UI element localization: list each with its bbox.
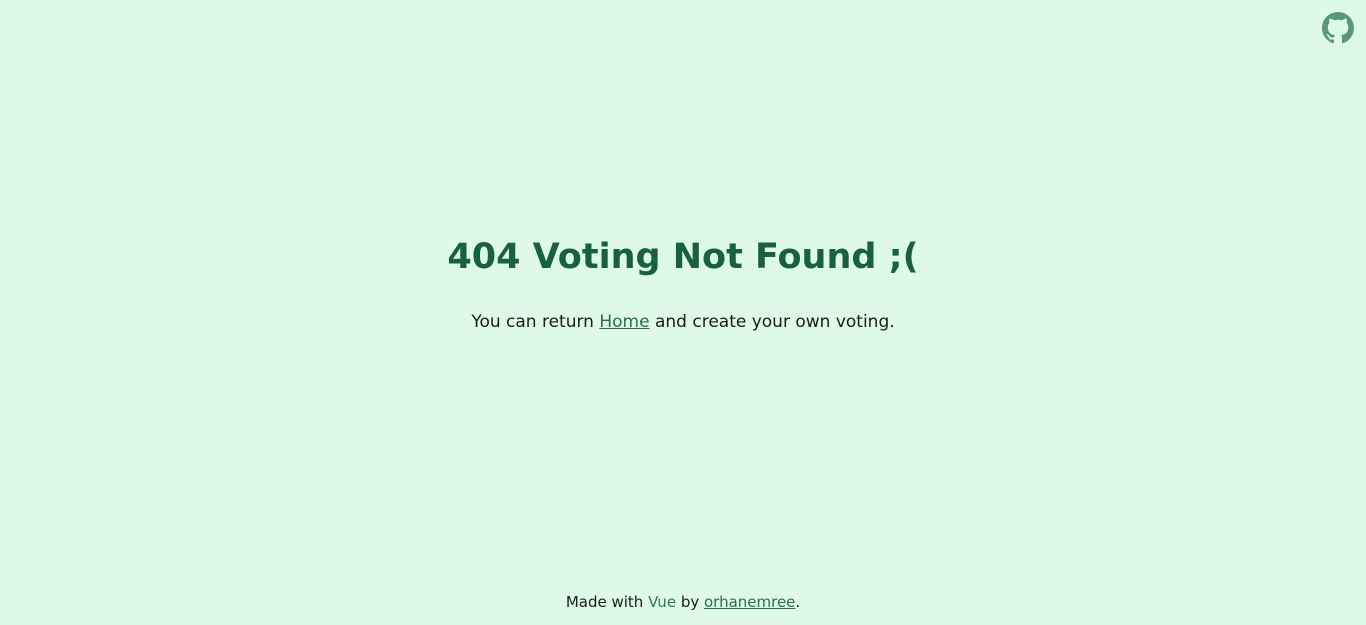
- message-after: and create your own voting.: [649, 312, 895, 332]
- footer-made-with: Made with: [565, 593, 649, 611]
- page: 404 Voting Not Found ;( You can return H…: [0, 0, 1366, 625]
- footer: Made with Vue by orhanemree.: [0, 592, 1366, 612]
- footer-by: by: [676, 593, 704, 611]
- message-before: You can return: [471, 312, 600, 332]
- github-link[interactable]: [1322, 12, 1354, 44]
- footer-period: .: [795, 593, 801, 611]
- not-found-content: 404 Voting Not Found ;( You can return H…: [0, 232, 1366, 334]
- page-title: 404 Voting Not Found ;(: [447, 237, 919, 277]
- footer-framework: Vue: [648, 593, 677, 611]
- author-link[interactable]: orhanemree: [704, 593, 795, 611]
- home-link[interactable]: Home: [599, 312, 649, 332]
- return-message: You can return Home and create your own …: [0, 310, 1366, 334]
- github-icon: [1322, 12, 1354, 44]
